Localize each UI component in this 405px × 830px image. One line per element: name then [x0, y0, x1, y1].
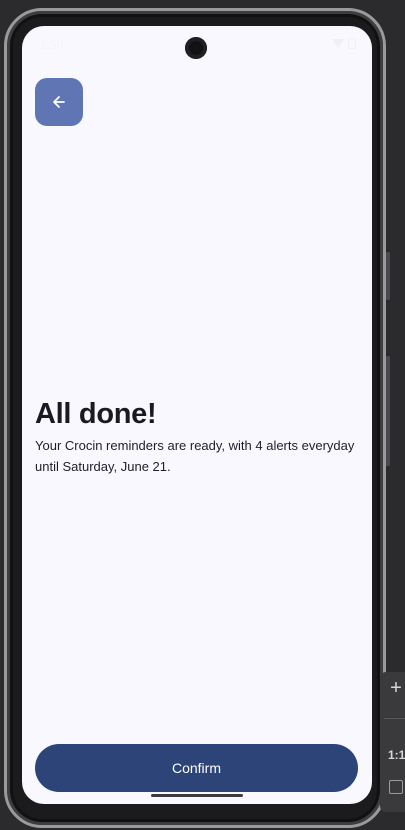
- status-time: 1:58: [40, 38, 64, 52]
- plus-icon[interactable]: +: [386, 678, 405, 698]
- completion-content: All done! Your Crocin reminders are read…: [35, 396, 360, 477]
- device-frame-icon[interactable]: [389, 780, 403, 794]
- emulator-stage: 1:58 All done! Your Crocin reminders are…: [0, 0, 405, 830]
- status-bar: 1:58: [22, 26, 372, 66]
- battery-icon: [348, 38, 356, 49]
- volume-button[interactable]: [386, 356, 390, 466]
- power-button[interactable]: [386, 252, 390, 300]
- confirm-button[interactable]: Confirm: [35, 744, 358, 792]
- front-camera: [185, 37, 207, 59]
- zoom-ratio-button[interactable]: 1:1: [388, 748, 405, 762]
- toolbar-divider: [384, 718, 405, 719]
- wifi-icon: [332, 39, 344, 48]
- phone-screen: 1:58 All done! Your Crocin reminders are…: [22, 26, 372, 804]
- home-indicator[interactable]: [151, 794, 243, 797]
- status-icons: [332, 38, 356, 49]
- completion-message: Your Crocin reminders are ready, with 4 …: [35, 438, 355, 474]
- arrow-left-icon: [51, 94, 67, 110]
- page-title: All done!: [35, 398, 157, 430]
- emulator-side-toolbar: + 1:1: [380, 672, 405, 812]
- back-button[interactable]: [35, 78, 83, 126]
